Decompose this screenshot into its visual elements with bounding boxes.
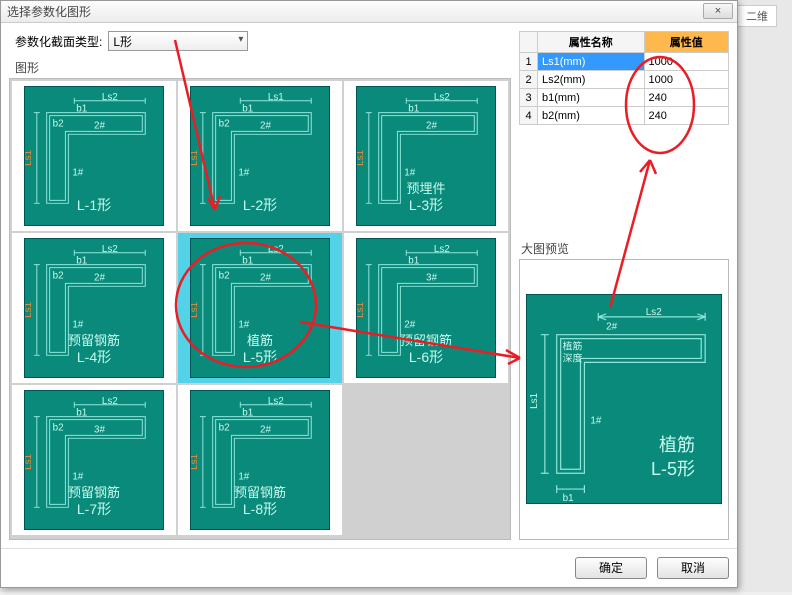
preview-cn: 植筋 [659,431,695,457]
svg-text:b1: b1 [76,256,87,267]
svg-text:2#: 2# [260,424,271,435]
svg-text:Ls1: Ls1 [357,302,366,318]
svg-text:1#: 1# [238,168,249,179]
prop-name: Ls1(mm) [538,53,645,71]
svg-text:Ls1: Ls1 [25,302,34,318]
svg-text:b1: b1 [242,408,253,419]
section-type-combo[interactable]: L形 [108,31,248,51]
prop-name: b1(mm) [538,89,645,107]
row-number: 3 [520,89,538,107]
svg-text:b1: b1 [242,104,253,115]
shape-tile[interactable]: Ls2 b1 b2 2# 1# Ls1 L-1形 [12,81,176,231]
row-number: 4 [520,107,538,125]
svg-text:Ls1: Ls1 [191,302,200,318]
svg-text:2#: 2# [260,120,271,131]
svg-text:Ls2: Ls2 [434,92,450,103]
prop-value[interactable]: 1000 [644,53,728,71]
svg-text:深度: 深度 [563,352,583,365]
svg-text:2#: 2# [606,322,617,333]
prop-name: Ls2(mm) [538,71,645,89]
prop-value[interactable]: 240 [644,107,728,125]
svg-text:Ls2: Ls2 [102,244,118,255]
shapes-grid: Ls2 b1 b2 2# 1# Ls1 L-1形 Ls1 b1 b2 2# 1#… [9,78,511,540]
svg-text:b1: b1 [76,408,87,419]
svg-text:Ls2: Ls2 [102,92,118,103]
svg-text:Ls1: Ls1 [25,150,34,166]
svg-text:Ls2: Ls2 [268,244,284,255]
svg-text:Ls1: Ls1 [191,150,200,166]
dialog-title: 选择参数化图形 [7,3,91,20]
preview-label: 大图预览 [521,240,729,257]
svg-text:b2: b2 [219,118,230,129]
preview-en: L-5形 [651,455,695,481]
table-row[interactable]: 2 Ls2(mm) 1000 [520,71,729,89]
type-label: 参数化截面类型: [15,33,102,50]
svg-text:2#: 2# [426,120,437,131]
svg-text:b1: b1 [408,256,419,267]
svg-text:1#: 1# [72,168,83,179]
svg-text:Ls2: Ls2 [268,396,284,407]
prop-value[interactable]: 1000 [644,71,728,89]
svg-text:b1: b1 [76,104,87,115]
svg-text:b2: b2 [219,422,230,433]
row-number: 2 [520,71,538,89]
svg-text:b2: b2 [219,270,230,281]
shape-tile[interactable]: Ls2 b1 b2 2# 1# Ls1 植筋L-5形 [178,233,342,383]
shape-tile[interactable]: Ls2 b1 b2 2# 1# Ls1 预留钢筋L-4形 [12,233,176,383]
svg-text:b2: b2 [53,422,64,433]
svg-text:b1: b1 [408,104,419,115]
ribbon-tab-2d[interactable]: 二维 [737,5,777,27]
svg-text:Ls1: Ls1 [268,92,284,103]
table-row[interactable]: 4 b2(mm) 240 [520,107,729,125]
shapes-label: 图形 [15,59,511,76]
svg-text:1#: 1# [590,416,601,427]
svg-text:Ls2: Ls2 [102,396,118,407]
svg-text:2#: 2# [94,120,105,131]
svg-text:b1: b1 [242,256,253,267]
row-number: 1 [520,53,538,71]
svg-text:Ls1: Ls1 [25,454,34,470]
shape-tile[interactable]: Ls2 b1 3# 2# Ls1 预留钢筋L-6形 [344,233,508,383]
titlebar: 选择参数化图形 × [1,1,737,23]
svg-text:Ls2: Ls2 [434,244,450,255]
svg-text:b1: b1 [563,493,574,503]
svg-text:3#: 3# [426,272,437,283]
svg-text:3#: 3# [94,424,105,435]
preview-tile: Ls2 2# 1# b1 植筋 深度 Ls1 植筋 L-5形 [526,294,722,504]
col-name: 属性名称 [538,32,645,53]
table-row[interactable]: 1 Ls1(mm) 1000 [520,53,729,71]
shape-tile[interactable]: Ls1 b1 b2 2# 1# Ls1 L-2形 [178,81,342,231]
preview-pane: Ls2 2# 1# b1 植筋 深度 Ls1 植筋 L-5形 [519,259,729,540]
shape-tile[interactable]: Ls2 b1 b2 3# 1# Ls1 预留钢筋L-7形 [12,385,176,535]
svg-text:Ls1: Ls1 [357,150,366,166]
property-table: 属性名称 属性值 1 Ls1(mm) 1000 2 Ls2(mm) 1000 3… [519,31,729,125]
ok-button[interactable]: 确定 [575,557,647,579]
col-value: 属性值 [644,32,728,53]
svg-text:2#: 2# [94,272,105,283]
col-rownum [520,32,538,53]
prop-name: b2(mm) [538,107,645,125]
svg-text:2#: 2# [260,272,271,283]
table-row[interactable]: 3 b1(mm) 240 [520,89,729,107]
cancel-button[interactable]: 取消 [657,557,729,579]
shape-tile[interactable]: Ls2 b1 b2 2# 1# Ls1 预留钢筋L-8形 [178,385,342,535]
svg-text:Ls2: Ls2 [646,307,662,318]
svg-text:b2: b2 [53,270,64,281]
svg-text:Ls1: Ls1 [529,393,540,409]
svg-text:植筋: 植筋 [563,340,583,353]
prop-value[interactable]: 240 [644,89,728,107]
svg-text:b2: b2 [53,118,64,129]
close-icon[interactable]: × [703,3,733,19]
shape-tile[interactable]: Ls2 b1 2# 1# Ls1 预埋件L-3形 [344,81,508,231]
svg-text:Ls1: Ls1 [191,454,200,470]
param-shape-dialog: 选择参数化图形 × 参数化截面类型: L形 图形 Ls2 b1 [0,0,738,588]
